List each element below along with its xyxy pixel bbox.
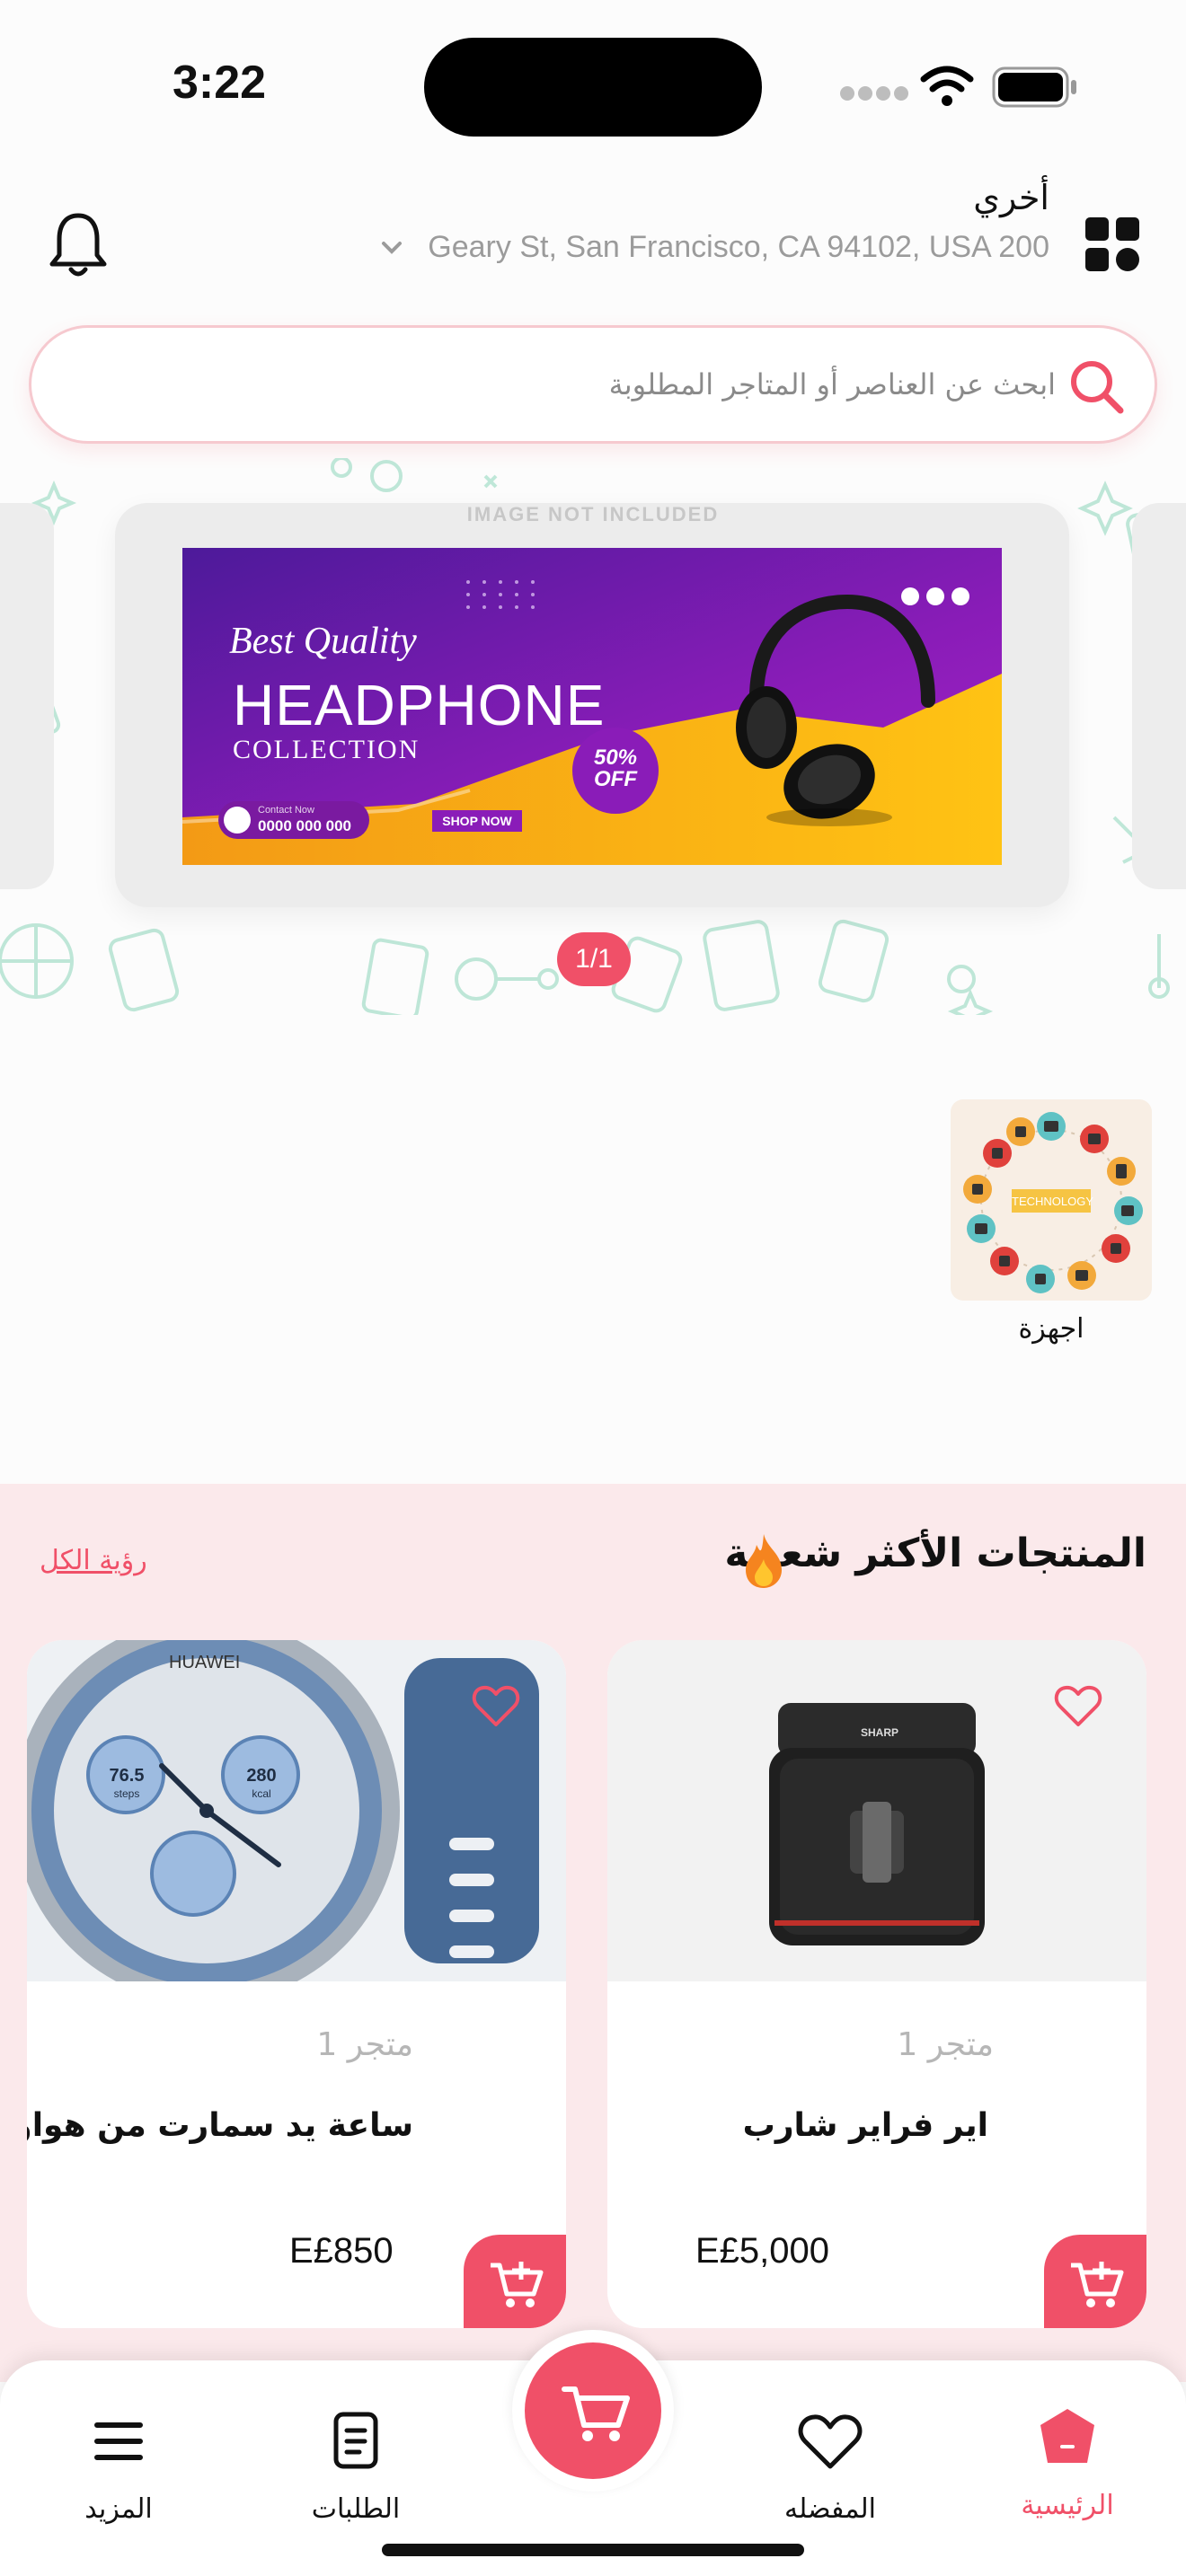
banner-subheadline: COLLECTION [233, 735, 420, 764]
location-label[interactable]: أخري [973, 178, 1049, 217]
nav-more-label: المزيد [84, 2493, 153, 2525]
product-store: متجر 1 [897, 2026, 994, 2063]
more-dots-icon [894, 587, 969, 609]
status-time: 3:22 [173, 57, 267, 109]
watch-dial-steps-unit: steps [113, 1787, 140, 1800]
nav-more[interactable]: المزيد [47, 2407, 190, 2525]
category-tile-devices[interactable]: TECHNOLOGY [951, 1099, 1152, 1301]
product-name: ساعة يد سمارت من هواوي [27, 2107, 413, 2144]
nav-home-label: الرئيسية [1021, 2490, 1114, 2521]
battery-icon [992, 66, 1076, 108]
category-tile-text: TECHNOLOGY [1012, 1195, 1094, 1208]
add-to-cart-icon [1071, 2262, 1124, 2307]
banner-tagline: Best Quality [229, 621, 417, 662]
location-address[interactable]: Geary St, San Francisco, CA 94102, USA 2… [428, 230, 1049, 265]
search-input[interactable]: ابحث عن العناصر أو المتاجر المطلوبة [609, 367, 1056, 401]
carousel-next-card[interactable] [1132, 503, 1186, 889]
contact-pill: Contact Now 0000 000 000 [218, 801, 369, 839]
product-brand: SHARP [861, 1726, 899, 1739]
notification-bell-icon[interactable] [47, 208, 110, 280]
add-to-cart-button[interactable] [1044, 2235, 1146, 2328]
watch-dial-steps-value: 76.5 [109, 1766, 145, 1786]
see-all-link[interactable]: رؤية الكل [40, 1545, 147, 1576]
nav-home[interactable]: الرئيسية [996, 2404, 1139, 2521]
chevron-down-icon[interactable] [379, 235, 404, 260]
carousel-pager: 1/1 [557, 932, 631, 986]
nav-orders-label: الطلبات [311, 2493, 401, 2525]
product-brand: HUAWEI [169, 1653, 241, 1672]
categories-grid-icon[interactable] [1084, 216, 1141, 273]
nav-favorites-label: المفضله [783, 2493, 877, 2525]
product-price: E£850 [289, 2231, 394, 2271]
home-indicator [382, 2544, 804, 2556]
product-store: متجر 1 [316, 2026, 413, 2063]
watch-dial-kcal-value: 280 [246, 1766, 277, 1786]
search-icon[interactable] [1065, 355, 1128, 418]
search-bar[interactable]: ابحث عن العناصر أو المتاجر المطلوبة [29, 325, 1157, 444]
discount-badge-off: OFF [594, 767, 637, 791]
contact-number: 0000 000 000 [258, 817, 351, 834]
product-price: E£5,000 [695, 2231, 830, 2271]
favorite-heart-icon[interactable] [1053, 1681, 1103, 1732]
contact-label: Contact Now [258, 805, 314, 816]
product-card[interactable]: SHARP متجر 1 اير فراير شارب E£5,000 [607, 1640, 1146, 2328]
nav-favorites[interactable]: المفضله [758, 2407, 902, 2525]
nav-orders[interactable]: الطلبات [284, 2407, 428, 2525]
phone-icon [224, 807, 251, 834]
menu-icon [94, 2422, 143, 2460]
banner-headline: HEADPHONE [233, 673, 606, 737]
discount-badge: 50% OFF [572, 728, 659, 814]
product-card[interactable]: HUAWEI 76.5 steps 280 kcal متجر 1 ساعة ي… [27, 1640, 566, 2328]
home-icon [1040, 2409, 1094, 2463]
carousel-prev-card[interactable] [0, 503, 54, 889]
watch-dial-kcal-unit: kcal [252, 1787, 271, 1800]
dynamic-island [424, 38, 762, 137]
banner-watermark: IMAGE NOT INCLUDED [466, 503, 720, 525]
cellular-signal-icon [840, 86, 912, 104]
add-to-cart-button[interactable] [464, 2235, 566, 2328]
promo-banner[interactable]: Best Quality HEADPHONE COLLECTION 50% OF… [182, 548, 1002, 865]
product-name: اير فراير شارب [742, 2107, 988, 2144]
orders-document-icon [333, 2412, 378, 2469]
shop-now-label: SHOP NOW [432, 810, 522, 832]
heart-icon [798, 2414, 863, 2469]
add-to-cart-icon [491, 2262, 544, 2307]
category-label-devices[interactable]: اجهزة [951, 1313, 1152, 1345]
discount-badge-percent: 50% [593, 745, 638, 770]
wifi-icon [920, 66, 974, 106]
fire-icon [746, 1534, 782, 1588]
favorite-heart-icon[interactable] [471, 1681, 521, 1732]
cart-button[interactable] [525, 2342, 661, 2479]
cart-icon [562, 2386, 630, 2441]
